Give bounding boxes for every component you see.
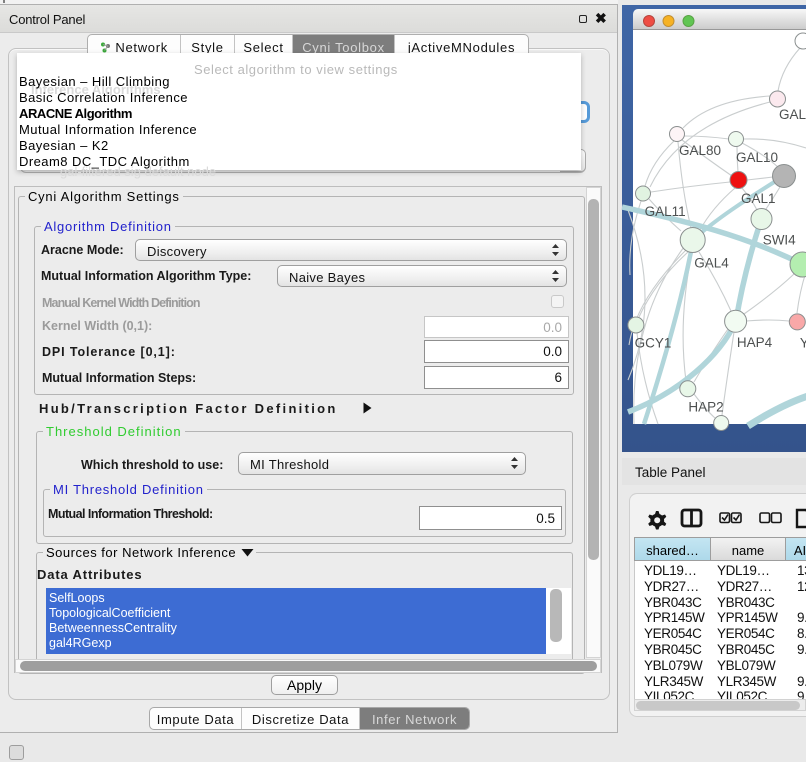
svg-text:GAL7: GAL7: [779, 107, 806, 122]
svg-text:YJ: YJ: [800, 336, 806, 351]
svg-text:GAL11: GAL11: [645, 204, 686, 219]
svg-text:HAP2: HAP2: [688, 400, 723, 415]
svg-text:HAP4: HAP4: [737, 335, 773, 350]
svg-text:GAL80: GAL80: [679, 143, 721, 158]
svg-text:GAL10: GAL10: [736, 150, 778, 165]
svg-text:GCY1: GCY1: [635, 336, 672, 351]
svg-text:GAL1: GAL1: [741, 191, 776, 206]
svg-text:SWI4: SWI4: [763, 233, 796, 248]
svg-text:GAL4: GAL4: [694, 256, 729, 271]
